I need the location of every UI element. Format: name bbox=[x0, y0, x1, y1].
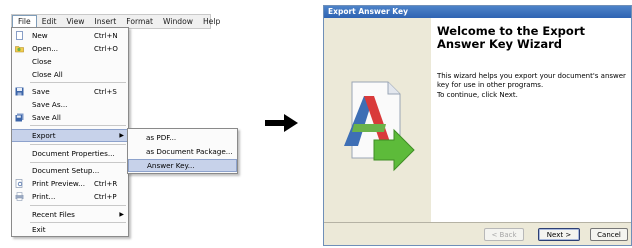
menu-item-new-label: New bbox=[32, 31, 48, 40]
export-wizard-window: Export Answer Key Welcome to the Export … bbox=[323, 5, 632, 246]
next-button[interactable]: Next > bbox=[538, 228, 580, 241]
printer-icon bbox=[15, 192, 24, 201]
menu-item-export-label: Export bbox=[32, 131, 56, 140]
wizard-content-panel: Welcome to the Export Answer Key Wizard … bbox=[431, 18, 631, 222]
wizard-intro-text: This wizard helps you export your docume… bbox=[437, 72, 626, 89]
menu-item-export[interactable]: Export ▶ bbox=[12, 129, 128, 142]
menu-item-save-as[interactable]: Save As... bbox=[12, 98, 128, 111]
submenu-arrow-icon: ▶ bbox=[119, 132, 124, 139]
menu-item-save-all[interactable]: Save All bbox=[12, 111, 128, 124]
menu-item-new[interactable]: New Ctrl+N bbox=[12, 29, 128, 42]
menu-item-new-shortcut: Ctrl+N bbox=[94, 31, 118, 40]
menu-item-recent-files-label: Recent Files bbox=[32, 210, 75, 219]
wizard-footer-divider bbox=[324, 222, 631, 223]
back-button[interactable]: < Back bbox=[484, 228, 524, 241]
menu-window[interactable]: Window bbox=[158, 15, 198, 28]
menu-separator bbox=[30, 125, 126, 126]
save-disk-icon bbox=[15, 87, 24, 96]
menu-item-save[interactable]: Save Ctrl+S bbox=[12, 85, 128, 98]
submenu-item-as-document-package-label: as Document Package... bbox=[146, 147, 233, 156]
menu-item-exit-label: Exit bbox=[32, 225, 46, 234]
menu-item-print-preview-label: Print Preview... bbox=[32, 179, 85, 188]
menu-item-close-all-label: Close All bbox=[32, 70, 63, 79]
menu-item-document-setup[interactable]: Document Setup... bbox=[12, 164, 128, 177]
menu-item-save-shortcut: Ctrl+S bbox=[94, 87, 117, 96]
menu-item-recent-files[interactable]: Recent Files ▶ bbox=[12, 208, 128, 221]
menu-separator bbox=[30, 205, 126, 206]
menu-item-close-all[interactable]: Close All bbox=[12, 68, 128, 81]
wizard-description: This wizard helps you export your docume… bbox=[437, 72, 632, 102]
submenu-item-as-pdf-label: as PDF... bbox=[146, 133, 177, 142]
menu-item-print-preview-shortcut: Ctrl+R bbox=[94, 179, 118, 188]
menu-item-exit[interactable]: Exit bbox=[12, 223, 128, 236]
submenu-arrow-icon: ▶ bbox=[119, 211, 124, 218]
menu-item-close-label: Close bbox=[32, 57, 52, 66]
export-submenu: as PDF... as Document Package... Answer … bbox=[127, 128, 238, 174]
menu-item-open[interactable]: Open... Ctrl+O bbox=[12, 42, 128, 55]
new-document-icon bbox=[16, 31, 23, 40]
submenu-item-answer-key-label: Answer Key... bbox=[147, 161, 195, 170]
submenu-item-answer-key[interactable]: Answer Key... bbox=[128, 159, 237, 172]
menu-item-save-label: Save bbox=[32, 87, 50, 96]
save-all-icon bbox=[15, 113, 24, 122]
file-menu-dropdown: New Ctrl+N Open... Ctrl+O Close Close Al… bbox=[11, 27, 129, 237]
wizard-instruction-text: To continue, click Next. bbox=[437, 91, 518, 99]
menu-item-close[interactable]: Close bbox=[12, 55, 128, 68]
menu-item-print-shortcut: Ctrl+P bbox=[94, 192, 117, 201]
menu-item-save-as-label: Save As... bbox=[32, 100, 68, 109]
menu-item-open-label: Open... bbox=[32, 44, 59, 53]
menu-separator bbox=[30, 144, 126, 145]
submenu-item-as-document-package[interactable]: as Document Package... bbox=[128, 145, 237, 158]
menu-help[interactable]: Help bbox=[198, 15, 225, 28]
wizard-heading: Welcome to the Export Answer Key Wizard bbox=[437, 24, 585, 51]
menu-item-open-shortcut: Ctrl+O bbox=[94, 44, 118, 53]
wizard-side-panel bbox=[324, 18, 431, 222]
menu-item-document-setup-label: Document Setup... bbox=[32, 166, 100, 175]
menu-item-save-all-label: Save All bbox=[32, 113, 61, 122]
submenu-item-as-pdf[interactable]: as PDF... bbox=[128, 131, 237, 144]
menu-separator bbox=[30, 162, 126, 163]
wizard-title-bar: Export Answer Key bbox=[324, 6, 631, 18]
print-preview-icon bbox=[15, 179, 23, 188]
cancel-button[interactable]: Cancel bbox=[590, 228, 628, 241]
export-wizard-graphic-icon bbox=[344, 81, 415, 172]
menu-item-document-properties-label: Document Properties... bbox=[32, 149, 115, 158]
right-arrow-icon bbox=[265, 114, 298, 132]
open-folder-icon bbox=[15, 46, 24, 53]
menu-item-print[interactable]: Print... Ctrl+P bbox=[12, 190, 128, 203]
menu-item-print-preview[interactable]: Print Preview... Ctrl+R bbox=[12, 177, 128, 190]
menu-item-print-label: Print... bbox=[32, 192, 56, 201]
menu-item-document-properties[interactable]: Document Properties... bbox=[12, 147, 128, 160]
menu-separator bbox=[30, 82, 126, 83]
